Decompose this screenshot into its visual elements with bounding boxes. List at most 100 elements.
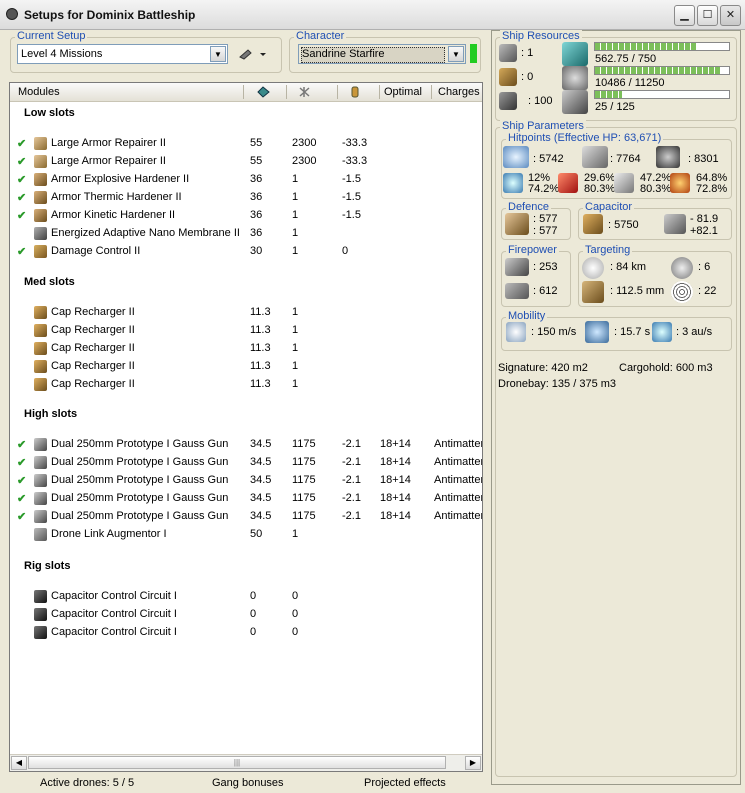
check-icon[interactable]: ✔	[17, 510, 26, 523]
em-armor-resist: 74.2%	[528, 183, 560, 195]
hardener-icon	[34, 209, 47, 222]
active-drones-text[interactable]: Active drones: 5 / 5	[40, 777, 134, 789]
module-row[interactable]: ✔ Dual 250mm Prototype I Gauss Gun 34.5 117…	[10, 436, 482, 454]
cpu-column-icon[interactable]	[257, 86, 270, 101]
module-row[interactable]: Capacitor Control Circuit I 0 0	[10, 624, 482, 642]
module-row[interactable]: ✔ Dual 250mm Prototype I Gauss Gun 34.5 117…	[10, 454, 482, 472]
module-name: Armor Explosive Hardener II	[51, 173, 190, 185]
check-icon[interactable]: ✔	[17, 173, 26, 186]
chevron-down-icon[interactable]: ▼	[448, 46, 464, 62]
targeting-range-icon	[582, 257, 604, 279]
powergrid-icon	[562, 66, 588, 90]
module-name: Cap Recharger II	[51, 360, 135, 372]
thermal-armor-resist: 80.3%	[584, 183, 616, 195]
thermal-resist-icon	[558, 173, 578, 193]
launcher-hardpoint-icon	[499, 68, 517, 86]
scroll-thumb[interactable]: |||	[28, 756, 446, 769]
module-row[interactable]: ✔ Armor Thermic Hardener II 36 1 -1.5	[10, 189, 482, 207]
ship-resources-legend: Ship Resources	[500, 30, 582, 42]
module-row[interactable]: Cap Recharger II 11.3 1	[10, 340, 482, 358]
capacitor-icon	[583, 214, 603, 234]
section-low-slots: Low slots	[24, 107, 75, 119]
module-row[interactable]: ✔ Dual 250mm Prototype I Gauss Gun 34.5 117…	[10, 490, 482, 508]
module-row[interactable]: Capacitor Control Circuit I 0 0	[10, 606, 482, 624]
module-row[interactable]: ✔ Large Armor Repairer II 55 2300 -33.3	[10, 153, 482, 171]
cap-recharger-icon	[34, 342, 47, 355]
column-optimal[interactable]: Optimal	[384, 86, 422, 98]
kinetic-resist-icon	[614, 173, 634, 193]
maximize-button[interactable]: ☐	[697, 5, 718, 26]
velocity-icon	[506, 322, 526, 342]
max-targets-icon	[671, 257, 693, 279]
module-row[interactable]: ✔ Dual 250mm Prototype I Gauss Gun 34.5 117…	[10, 508, 482, 526]
module-stat-v2: 1175	[292, 438, 316, 450]
column-header: Modules Optimal Charges	[10, 83, 482, 102]
armor-repair-icon	[505, 213, 529, 235]
module-row[interactable]: ✔ Damage Control II 30 1 0	[10, 243, 482, 261]
check-icon[interactable]: ✔	[17, 474, 26, 487]
warp-speed-icon	[652, 322, 672, 342]
module-row[interactable]: Drone Link Augmentor I 50 1	[10, 526, 482, 544]
module-row[interactable]: ✔ Large Armor Repairer II 55 2300 -33.3	[10, 135, 482, 153]
modules-list[interactable]: Modules Optimal Charges Low slots ✔ Large …	[9, 82, 483, 772]
horizontal-scrollbar[interactable]: ◀ ||| ▶	[10, 754, 482, 771]
cpu-bar	[594, 42, 730, 51]
drone-bandwidth-value: 25 / 125	[595, 101, 635, 113]
section-high-slots: High slots	[24, 408, 78, 420]
check-icon[interactable]: ✔	[17, 209, 26, 222]
module-row[interactable]: Energized Adaptive Nano Membrane II 36 1	[10, 225, 482, 243]
module-row[interactable]: ✔ Dual 250mm Prototype I Gauss Gun 34.5 117…	[10, 472, 482, 490]
check-icon[interactable]: ✔	[17, 438, 26, 451]
kinetic-armor-resist: 80.3%	[640, 183, 672, 195]
gang-bonuses-link[interactable]: Gang bonuses	[212, 777, 284, 789]
column-modules[interactable]: Modules	[18, 86, 60, 98]
warp-speed-value: : 3 au/s	[676, 326, 713, 338]
setup-tools-dropdown[interactable]	[238, 47, 268, 61]
check-icon[interactable]: ✔	[17, 137, 26, 150]
module-stat-v3: -2.1	[342, 474, 361, 486]
module-row[interactable]: Cap Recharger II 11.3 1	[10, 358, 482, 376]
character-select[interactable]: Sandrine Starfire ▼	[298, 44, 466, 64]
calibration-icon	[499, 92, 517, 110]
setup-select[interactable]: Level 4 Missions ▼	[17, 44, 228, 64]
module-stat-v3: -2.1	[342, 456, 361, 468]
check-icon[interactable]: ✔	[17, 155, 26, 168]
window-title: Setups for Dominix Battleship	[24, 8, 196, 22]
check-icon[interactable]: ✔	[17, 456, 26, 469]
check-icon[interactable]: ✔	[17, 191, 26, 204]
module-stat-v3: -2.1	[342, 510, 361, 522]
sensor-strength-icon	[671, 281, 693, 303]
turret-damage-icon	[505, 258, 529, 276]
powergrid-column-icon[interactable]	[298, 86, 311, 101]
minimize-button[interactable]: ▁	[674, 5, 695, 26]
check-icon[interactable]: ✔	[17, 492, 26, 505]
module-optimal: 18+14	[380, 510, 411, 522]
align-time-icon	[585, 321, 609, 343]
module-name: Cap Recharger II	[51, 324, 135, 336]
chevron-down-icon[interactable]: ▼	[210, 46, 226, 62]
cpu-value: 562.75 / 750	[595, 53, 657, 65]
scroll-left-button[interactable]: ◀	[11, 756, 27, 770]
check-icon[interactable]: ✔	[17, 245, 26, 258]
targeting-legend: Targeting	[583, 244, 633, 256]
module-name: Damage Control II	[51, 245, 141, 257]
cap-recharger-icon	[34, 324, 47, 337]
column-charges[interactable]: Charges	[438, 86, 480, 98]
capacitor-column-icon[interactable]	[349, 86, 361, 101]
module-row[interactable]: Cap Recharger II 11.3 1	[10, 304, 482, 322]
scroll-right-button[interactable]: ▶	[465, 756, 481, 770]
module-row[interactable]: ✔ Armor Explosive Hardener II 36 1 -1.5	[10, 171, 482, 189]
module-row[interactable]: ✔ Armor Kinetic Hardener II 36 1 -1.5	[10, 207, 482, 225]
module-stat-v1: 36	[250, 173, 263, 185]
module-optimal: 18+14	[380, 474, 411, 486]
module-row[interactable]: Capacitor Control Circuit I 0 0	[10, 588, 482, 606]
turret-hardpoint-icon	[499, 44, 517, 62]
drone-link-icon	[34, 528, 47, 541]
module-stat-v2: 1175	[292, 510, 316, 522]
module-row[interactable]: Cap Recharger II 11.3 1	[10, 322, 482, 340]
projected-effects-link[interactable]: Projected effects	[364, 777, 446, 789]
mobility-legend: Mobility	[506, 310, 548, 322]
close-button[interactable]: ✕	[720, 5, 741, 26]
module-stat-v3: -33.3	[342, 137, 368, 149]
module-row[interactable]: Cap Recharger II 11.3 1	[10, 376, 482, 394]
